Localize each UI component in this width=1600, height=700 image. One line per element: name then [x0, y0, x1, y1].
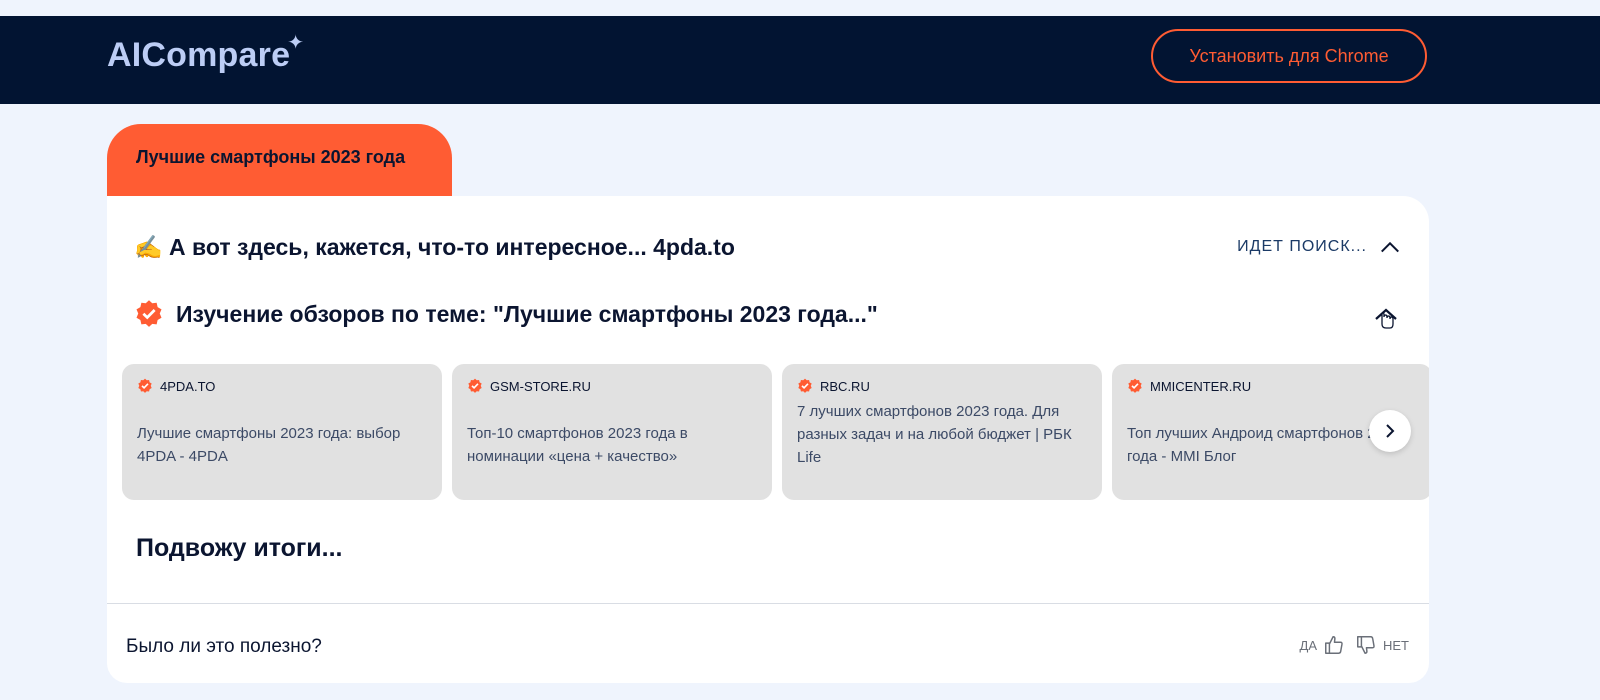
- topic-label: Лучшие смартфоны 2023 года: [136, 147, 406, 167]
- chevron-up-icon: [1381, 241, 1399, 253]
- result-headline: ✍️ А вот здесь, кажется, что-то интересн…: [134, 234, 735, 261]
- source-domain: 4PDA.TO: [160, 378, 216, 394]
- logo-text: AICompare: [107, 36, 291, 74]
- app-header: AICompare ✦ Установить для Chrome: [0, 16, 1600, 104]
- result-headline-text: А вот здесь, кажется, что-то интересное.…: [169, 234, 735, 260]
- chevron-right-icon: [1386, 424, 1395, 438]
- sources-carousel: 4PDA.TO Лучшие смартфоны 2023 года: выбо…: [122, 364, 1429, 500]
- source-header: GSM-STORE.RU: [467, 378, 757, 394]
- feedback-yes-label: ДА: [1299, 637, 1317, 653]
- feedback-question: Было ли это полезно?: [126, 636, 322, 657]
- search-status-label: ИДЕТ ПОИСК...: [1237, 238, 1367, 255]
- verified-badge-icon: [468, 378, 482, 393]
- search-status-toggle[interactable]: ИДЕТ ПОИСК...: [1237, 236, 1401, 258]
- feedback-no-label: НЕТ: [1383, 637, 1409, 653]
- thumbs-down-icon: [1357, 636, 1375, 654]
- logo[interactable]: AICompare ✦: [107, 32, 304, 75]
- source-title: 7 лучших смартфонов 2023 года. Для разны…: [797, 403, 1072, 466]
- verified-badge-icon: [138, 378, 152, 393]
- topic-tab[interactable]: Лучшие смартфоны 2023 года: [107, 124, 452, 191]
- feedback-yes-button[interactable]: ДА: [1300, 634, 1345, 656]
- divider: [107, 603, 1429, 604]
- source-title: Лучшие смартфоны 2023 года: выбор 4PDA -…: [137, 425, 401, 465]
- feedback-no-button[interactable]: НЕТ: [1355, 634, 1409, 656]
- source-domain: GSM-STORE.RU: [490, 378, 591, 394]
- verified-badge-icon: [798, 378, 812, 393]
- sparkle-icon: ✦: [287, 32, 305, 54]
- source-domain: MMICENTER.RU: [1150, 378, 1252, 394]
- source-card[interactable]: RBC.RU 7 лучших смартфонов 2023 года. Дл…: [782, 364, 1102, 500]
- thumbs-up-icon: [1325, 636, 1343, 654]
- chevron-up-icon[interactable]: [1371, 302, 1401, 332]
- verified-badge-icon: [1128, 378, 1142, 393]
- research-step-title: Изучение обзоров по теме: "Лучшие смартф…: [176, 300, 878, 327]
- source-domain: RBC.RU: [820, 378, 870, 394]
- source-header: RBC.RU: [797, 378, 1087, 394]
- verified-badge-icon: [136, 300, 162, 327]
- source-card[interactable]: 4PDA.TO Лучшие смартфоны 2023 года: выбо…: [122, 364, 442, 500]
- writing-hand-icon: ✍️: [134, 234, 163, 260]
- carousel-next-button[interactable]: [1369, 410, 1411, 452]
- result-card: ✍️ А вот здесь, кажется, что-то интересн…: [107, 196, 1429, 683]
- install-chrome-button[interactable]: Установить для Chrome: [1151, 29, 1427, 83]
- summary-heading: Подвожу итоги...: [136, 534, 343, 562]
- source-header: 4PDA.TO: [137, 378, 427, 394]
- research-step: Изучение обзоров по теме: "Лучшие смартф…: [134, 299, 878, 329]
- source-title: Топ-10 смартфонов 2023 года в номинации …: [467, 425, 688, 465]
- source-header: MMICENTER.RU: [1127, 378, 1417, 394]
- feedback-controls: ДА НЕТ: [1300, 634, 1409, 656]
- source-card[interactable]: GSM-STORE.RU Топ-10 смартфонов 2023 года…: [452, 364, 772, 500]
